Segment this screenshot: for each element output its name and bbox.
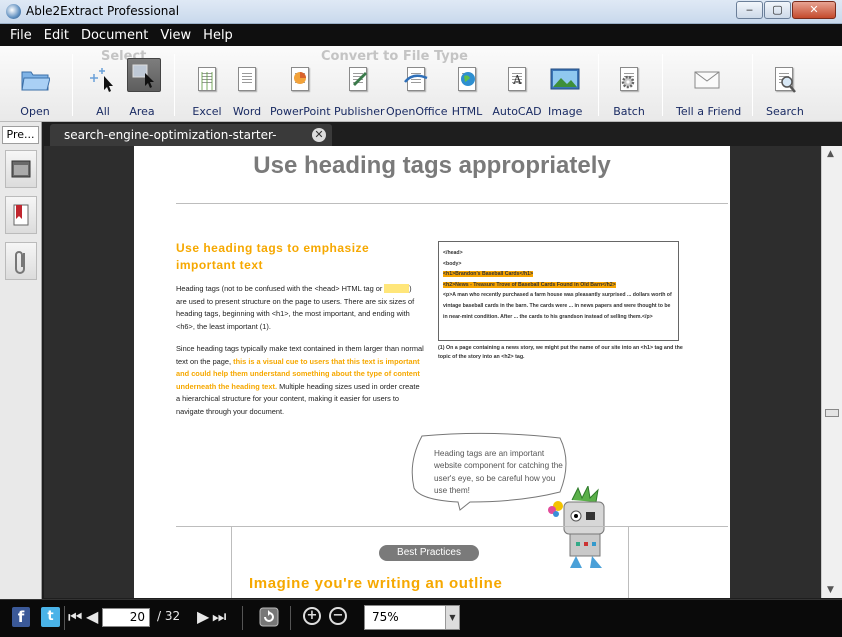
paperclip-icon <box>15 251 25 274</box>
best-practices-box-left <box>231 527 232 598</box>
word-button[interactable]: Word <box>230 64 264 118</box>
next-page-icon[interactable]: ▶ <box>197 607 209 627</box>
last-page-icon[interactable]: ⏭ <box>212 607 226 627</box>
zoom-level-select[interactable]: 75% ▼ <box>364 605 460 630</box>
search-icon <box>769 64 799 94</box>
attachments-panel-button[interactable] <box>5 242 37 280</box>
maximize-button[interactable]: ▢ <box>764 1 791 19</box>
excel-icon <box>192 64 222 94</box>
paragraph-1: Heading tags (not to be confused with th… <box>176 284 415 331</box>
search-button[interactable]: Search <box>766 64 804 118</box>
close-button[interactable]: ✕ <box>792 1 836 19</box>
pdf-page: Use heading tags appropriately Use headi… <box>134 146 730 598</box>
bookmarks-panel-button[interactable] <box>5 196 37 234</box>
tab-close-icon[interactable]: ✕ <box>312 128 326 142</box>
select-area-button[interactable]: Area <box>124 58 161 118</box>
select-all-button[interactable]: All <box>86 64 120 118</box>
publisher-icon <box>343 64 373 94</box>
facebook-icon[interactable]: f <box>12 607 30 627</box>
status-bar: f t ⏮ ◀ 20 / 32 ▶ ⏭ + − 75% ▼ <box>0 599 842 637</box>
publisher-button[interactable]: Publisher <box>334 64 385 118</box>
select-all-icon <box>88 64 118 94</box>
rotate-icon[interactable] <box>259 607 279 630</box>
side-panel: Pre... <box>0 122 42 600</box>
googlebot-mascot-icon <box>548 486 605 568</box>
image-button[interactable]: Image <box>548 64 582 118</box>
page-thumbnail-icon <box>11 160 31 178</box>
code-caption: (1) On a page containing a news story, w… <box>438 345 683 361</box>
bookmark-icon <box>13 204 29 226</box>
powerpoint-icon <box>285 64 315 94</box>
paragraph-2: Since heading tags typically make text c… <box>176 344 424 416</box>
vertical-scrollbar[interactable]: ▲ ▼ <box>821 146 842 598</box>
first-page-icon[interactable]: ⏮ <box>68 607 82 627</box>
zoom-in-icon[interactable]: + <box>303 607 321 625</box>
tell-a-friend-button[interactable]: Tell a Friend <box>676 64 741 118</box>
pages-panel-button[interactable] <box>5 150 37 188</box>
convert-group-label: Convert to File Type <box>321 49 468 64</box>
scroll-up-icon[interactable]: ▲ <box>827 149 834 159</box>
envelope-icon <box>692 64 722 94</box>
scroll-thumb[interactable] <box>825 409 839 417</box>
toolbar: Select Convert to File Type Open All Are… <box>0 46 842 122</box>
preview-tab[interactable]: Pre... <box>2 126 39 144</box>
document-tab-row: search-engine-optimization-starter-guide… <box>42 122 842 164</box>
minimize-button[interactable]: ‒ <box>736 1 763 19</box>
html-globe-icon <box>452 64 482 94</box>
menu-view[interactable]: View <box>154 28 197 43</box>
code-example-box: </head> <body> <h1>Brandon's Baseball Ca… <box>438 241 679 341</box>
openoffice-button[interactable]: OpenOffice <box>386 64 448 118</box>
menu-bar: File Edit Document View Help <box>0 24 842 46</box>
zoom-out-icon[interactable]: − <box>329 607 347 625</box>
folder-icon <box>20 64 51 94</box>
open-button[interactable]: Open <box>16 64 54 118</box>
openoffice-icon <box>401 64 431 94</box>
select-area-icon <box>127 58 161 94</box>
menu-edit[interactable]: Edit <box>38 28 75 43</box>
autocad-button[interactable]: A AutoCAD <box>490 64 544 118</box>
previous-page-icon[interactable]: ◀ <box>86 607 98 627</box>
title-bar: Able2Extract Professional ‒ ▢ ✕ <box>0 0 842 24</box>
scroll-down-icon[interactable]: ▼ <box>827 585 834 595</box>
zoom-level-value: 75% <box>372 610 399 624</box>
best-practices-box-right <box>628 527 629 598</box>
document-tab[interactable]: search-engine-optimization-starter-guide… <box>50 124 332 164</box>
chevron-down-icon[interactable]: ▼ <box>445 606 459 629</box>
excel-button[interactable]: Excel <box>190 64 224 118</box>
page-total: / 32 <box>157 609 181 623</box>
html-button[interactable]: HTML <box>450 64 484 118</box>
twitter-icon[interactable]: t <box>41 607 60 627</box>
app-icon <box>6 4 21 19</box>
outline-heading: Imagine you're writing an outline <box>249 575 503 592</box>
autocad-icon: A <box>502 64 532 94</box>
powerpoint-button[interactable]: PowerPoint <box>270 64 331 118</box>
window-title: Able2Extract Professional <box>26 4 180 18</box>
batch-button[interactable]: Batch <box>612 64 646 118</box>
menu-document[interactable]: Document <box>75 28 154 43</box>
document-viewport[interactable]: Use heading tags appropriately Use headi… <box>44 146 821 598</box>
best-practices-label: Best Practices <box>379 545 479 561</box>
title-divider <box>176 203 728 204</box>
image-icon <box>550 64 580 94</box>
menu-help[interactable]: Help <box>197 28 239 43</box>
section-divider <box>176 526 728 527</box>
svg-text:A: A <box>512 73 522 87</box>
page-number-input[interactable]: 20 <box>102 608 150 627</box>
menu-file[interactable]: File <box>4 28 38 43</box>
word-icon <box>232 64 262 94</box>
section-heading: Use heading tags to emphasize important … <box>176 241 370 272</box>
gear-icon <box>614 64 644 94</box>
page-title: Use heading tags appropriately <box>253 152 611 179</box>
